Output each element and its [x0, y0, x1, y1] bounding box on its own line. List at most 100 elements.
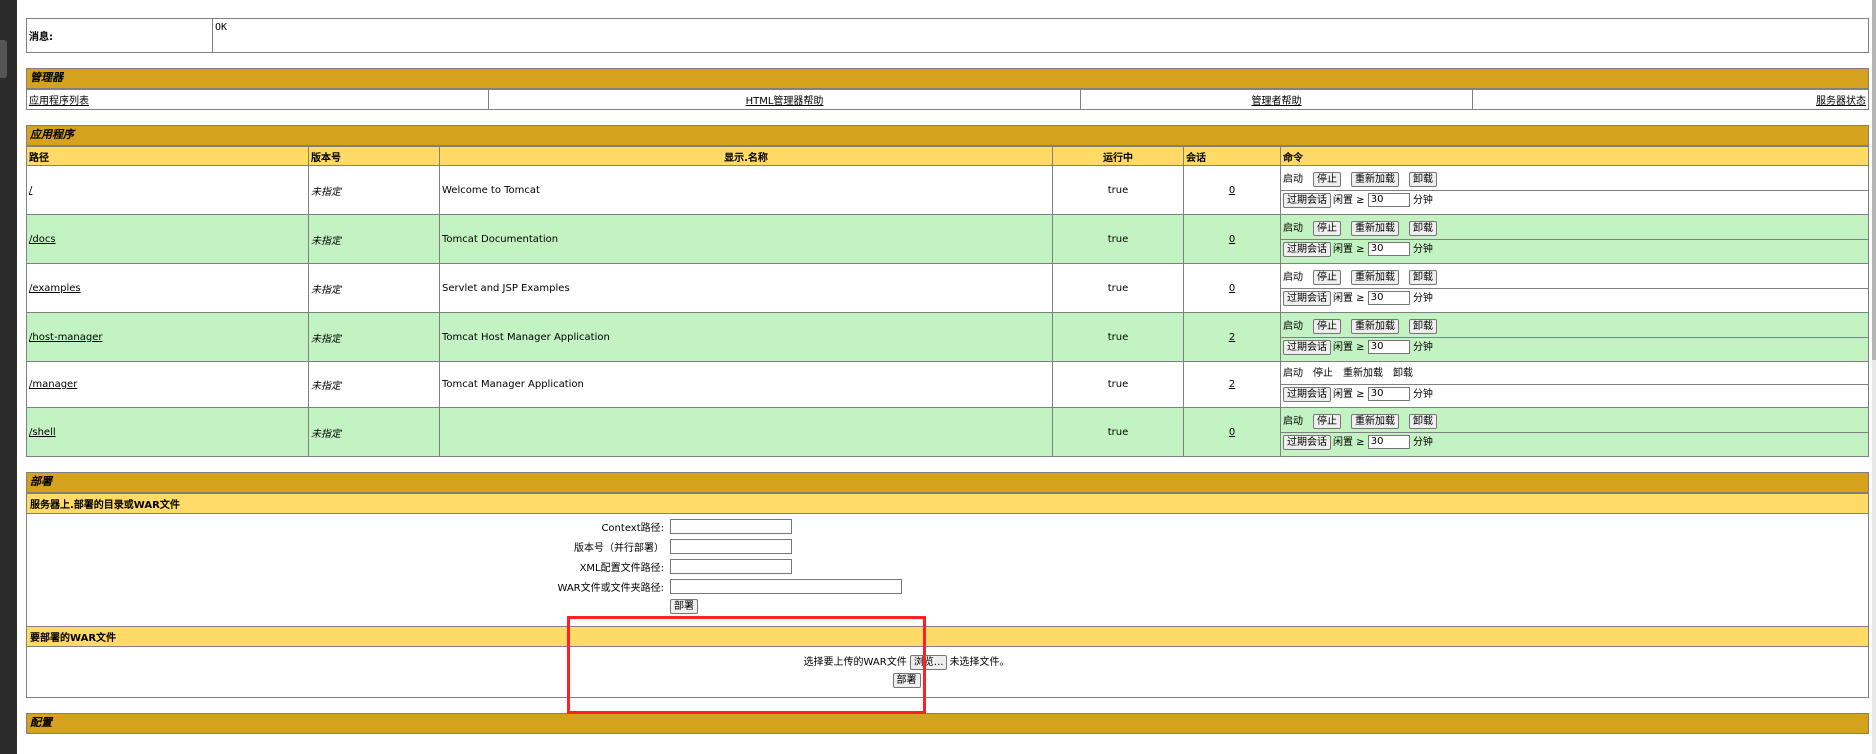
left-sidebar [0, 0, 17, 754]
applications-section: 应用程序 路径 版本号 显示.名称 运行中 会话 命令 / 未指定 Welcom… [26, 125, 1869, 457]
app-version: 未指定 [308, 312, 440, 362]
link-server-status[interactable]: 服务器状态 [1816, 96, 1866, 107]
war-path-input[interactable] [670, 578, 902, 594]
stop-button[interactable]: 停止 [1313, 318, 1341, 334]
reload-button[interactable]: 重新加载 [1351, 171, 1399, 187]
undeploy-button[interactable]: 卸载 [1409, 269, 1437, 285]
idle-label: 闲置 ≥ [1333, 436, 1365, 448]
app-sessions-link[interactable]: 2 [1229, 379, 1235, 390]
idle-label: 闲置 ≥ [1333, 341, 1365, 353]
table-row: /docs 未指定 Tomcat Documentation true 0 启动… [26, 214, 1869, 264]
app-path-link[interactable]: /host-manager [29, 332, 103, 343]
app-version: 未指定 [308, 361, 440, 408]
expire-sessions-button[interactable]: 过期会话 [1283, 387, 1331, 402]
col-running: 运行中 [1052, 146, 1184, 166]
idle-minutes-input[interactable]: 30 [1367, 387, 1410, 401]
start-label: 启动 [1283, 415, 1303, 427]
app-sessions-link[interactable]: 0 [1229, 283, 1235, 294]
link-html-manager-help[interactable]: HTML管理器帮助 [746, 96, 824, 107]
version-input[interactable] [670, 538, 792, 554]
deploy-title: 部署 [26, 472, 1869, 493]
start-label: 启动 [1283, 368, 1303, 379]
col-commands: 命令 [1280, 146, 1869, 166]
xml-config-input[interactable] [670, 558, 792, 574]
app-path-link[interactable]: /manager [29, 379, 77, 390]
app-version: 未指定 [308, 263, 440, 313]
link-app-list[interactable]: 应用程序列表 [29, 96, 89, 107]
idle-minutes-input[interactable]: 30 [1367, 339, 1410, 354]
war-upload-subtitle: 要部署的WAR文件 [26, 626, 1869, 647]
expire-sessions-button[interactable]: 过期会话 [1283, 241, 1331, 257]
start-label: 启动 [1283, 173, 1303, 185]
reload-button[interactable]: 重新加载 [1351, 269, 1399, 285]
stop-button[interactable]: 停止 [1313, 171, 1341, 187]
expire-sessions-button[interactable]: 过期会话 [1283, 290, 1331, 306]
link-manager-help[interactable]: 管理者帮助 [1252, 96, 1302, 107]
undeploy-label: 卸载 [1393, 368, 1413, 379]
page-content: 消息: OK 管理器 应用程序列表 HTML管理器帮助 管理者帮助 服务器状态 … [26, 0, 1869, 734]
undeploy-button[interactable]: 卸载 [1409, 413, 1437, 429]
stop-button[interactable]: 停止 [1313, 269, 1341, 285]
app-path-link[interactable]: /examples [29, 283, 81, 294]
app-sessions-link[interactable]: 0 [1229, 185, 1235, 196]
app-sessions-link[interactable]: 0 [1229, 427, 1235, 438]
manager-title: 管理器 [26, 68, 1869, 89]
idle-minutes-input[interactable]: 30 [1367, 192, 1410, 207]
idle-label: 闲置 ≥ [1333, 243, 1365, 255]
undeploy-button[interactable]: 卸载 [1409, 171, 1437, 187]
idle-minutes-input[interactable]: 30 [1367, 434, 1410, 449]
reload-label: 重新加载 [1343, 368, 1383, 379]
app-sessions-link[interactable]: 0 [1229, 234, 1235, 245]
reload-button[interactable]: 重新加载 [1351, 413, 1399, 429]
sidebar-tab[interactable] [0, 40, 7, 78]
deploy-section: 部署 服务器上.部署的目录或WAR文件 Context路径: 版本号（并行部署）… [26, 472, 1869, 698]
idle-label: 闲置 ≥ [1333, 194, 1365, 206]
app-version: 未指定 [308, 214, 440, 264]
app-running: true [1052, 214, 1184, 264]
col-display-name: 显示.名称 [439, 146, 1053, 166]
app-running: true [1052, 361, 1184, 408]
app-sessions-link[interactable]: 2 [1229, 332, 1235, 343]
context-path-input[interactable] [670, 518, 792, 534]
app-version: 未指定 [308, 165, 440, 215]
deploy-dir-button[interactable]: 部署 [670, 598, 698, 614]
applications-table: 路径 版本号 显示.名称 运行中 会话 命令 / 未指定 Welcome to … [26, 146, 1869, 457]
idle-minutes-input[interactable]: 30 [1367, 241, 1410, 256]
minutes-label: 分钟 [1412, 389, 1433, 400]
undeploy-button[interactable]: 卸载 [1409, 220, 1437, 236]
reload-button[interactable]: 重新加载 [1351, 318, 1399, 334]
idle-minutes-input[interactable]: 30 [1367, 290, 1410, 305]
minutes-label: 分钟 [1412, 436, 1433, 448]
stop-button[interactable]: 停止 [1313, 220, 1341, 236]
applications-title: 应用程序 [26, 125, 1869, 146]
no-file-text: 未选择文件。 [949, 657, 1010, 668]
app-version: 未指定 [308, 407, 440, 457]
app-path-link[interactable]: / [29, 185, 32, 196]
app-display-name [439, 407, 1053, 457]
version-label: 版本号（并行部署） [574, 542, 664, 554]
table-row: /examples 未指定 Servlet and JSP Examples t… [26, 263, 1869, 313]
app-running: true [1052, 263, 1184, 313]
reload-button[interactable]: 重新加载 [1351, 220, 1399, 236]
manager-links: 应用程序列表 HTML管理器帮助 管理者帮助 服务器状态 [26, 89, 1869, 110]
deploy-table: 服务器上.部署的目录或WAR文件 Context路径: 版本号（并行部署） XM… [26, 493, 1869, 698]
app-path-link[interactable]: /docs [29, 234, 56, 245]
expire-sessions-button[interactable]: 过期会话 [1283, 434, 1331, 450]
server-dir-subtitle: 服务器上.部署的目录或WAR文件 [26, 493, 1869, 514]
scrollbar-thumb[interactable] [1872, 0, 1876, 360]
app-running: true [1052, 407, 1184, 457]
start-label: 启动 [1283, 271, 1303, 283]
message-value: OK [212, 18, 1869, 53]
expire-sessions-button[interactable]: 过期会话 [1283, 339, 1331, 355]
expire-sessions-button[interactable]: 过期会话 [1283, 192, 1331, 208]
undeploy-button[interactable]: 卸载 [1409, 318, 1437, 334]
col-version: 版本号 [308, 146, 440, 166]
col-path: 路径 [26, 146, 309, 166]
col-sessions: 会话 [1183, 146, 1281, 166]
app-display-name: Tomcat Documentation [439, 214, 1053, 264]
scrollbar[interactable] [1872, 0, 1876, 754]
stop-button[interactable]: 停止 [1313, 413, 1341, 429]
table-row: / 未指定 Welcome to Tomcat true 0 启动 停止 重新加载卸… [26, 165, 1869, 215]
config-section: 配置 [26, 713, 1869, 734]
app-path-link[interactable]: /shell [29, 427, 56, 438]
